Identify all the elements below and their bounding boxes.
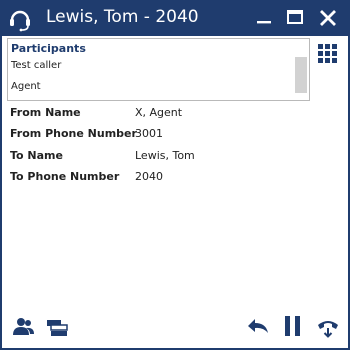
- headset-icon: [10, 10, 30, 32]
- minimize-button[interactable]: [253, 6, 277, 30]
- from-phone-value: 3001: [135, 127, 163, 140]
- title-bar: Lewis, Tom - 2040: [0, 0, 350, 36]
- reply-icon[interactable]: [246, 315, 270, 337]
- scrollbar-thumb[interactable]: [295, 57, 307, 93]
- main-panel: Participants Test caller Agent From Name…: [2, 36, 348, 348]
- window-title: Lewis, Tom - 2040: [46, 7, 199, 27]
- from-name-value: X, Agent: [135, 106, 183, 119]
- maximize-icon: [287, 10, 303, 24]
- close-button[interactable]: [316, 6, 340, 30]
- queue-icon[interactable]: [46, 317, 70, 339]
- from-name-label: From Name: [10, 106, 81, 119]
- close-icon: [320, 10, 336, 26]
- hold-icon[interactable]: [281, 315, 305, 337]
- to-phone-label: To Phone Number: [10, 170, 120, 183]
- list-item[interactable]: Test caller: [11, 60, 61, 71]
- dialpad-button[interactable]: [318, 44, 338, 64]
- minimize-icon: [257, 21, 271, 24]
- participants-list[interactable]: Participants Test caller Agent: [7, 38, 310, 101]
- contacts-icon[interactable]: [12, 315, 36, 337]
- from-phone-label: From Phone Number: [10, 127, 137, 140]
- to-name-value: Lewis, Tom: [135, 149, 195, 162]
- to-name-label: To Name: [10, 149, 63, 162]
- to-phone-value: 2040: [135, 170, 163, 183]
- hangup-icon[interactable]: [316, 316, 340, 338]
- list-item[interactable]: Agent: [11, 81, 41, 92]
- participants-heading: Participants: [11, 42, 86, 55]
- maximize-button[interactable]: [283, 6, 307, 30]
- dialpad-grid-icon: [318, 44, 337, 63]
